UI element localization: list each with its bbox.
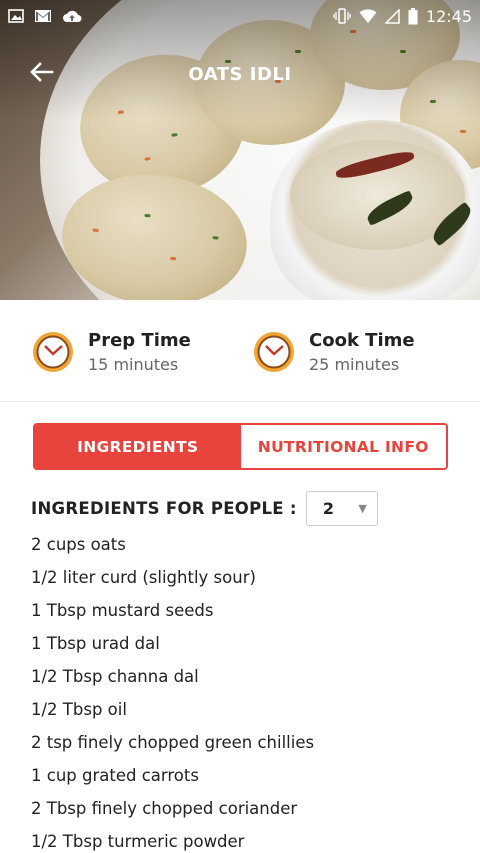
page-title: OATS IDLI <box>188 63 292 85</box>
ingredient-item: 2 cups oats <box>31 535 126 554</box>
vibrate-icon <box>333 8 351 24</box>
tab-nutritional-info[interactable]: NUTRITIONAL INFO <box>240 425 446 468</box>
ingredient-item: 1/2 Tbsp turmeric powder <box>31 832 245 851</box>
ingredient-item: 1 Tbsp urad dal <box>31 634 160 653</box>
people-select-value: 2 <box>322 498 334 518</box>
caret-down-icon: ▼ <box>358 501 367 515</box>
recipe-tabs: INGREDIENTS NUTRITIONAL INFO <box>33 423 448 470</box>
app-bar: OATS IDLI <box>0 50 480 98</box>
ingredient-item: 2 tsp finely chopped green chillies <box>31 733 315 752</box>
cook-time-label: Cook Time <box>309 330 415 351</box>
ingredient-list: 2 cups oats 1/2 liter curd (slightly sou… <box>31 528 461 853</box>
people-label: INGREDIENTS FOR PEOPLE : <box>31 498 297 518</box>
clock-icon <box>31 330 75 374</box>
cloud-upload-icon <box>62 9 82 23</box>
image-icon <box>8 9 24 23</box>
ingredient-item: 2 Tbsp finely chopped coriander <box>31 799 298 818</box>
ingredient-item: 1 Tbsp mustard seeds <box>31 601 214 620</box>
cook-time-value: 25 minutes <box>309 355 400 374</box>
people-select[interactable]: 2 ▼ <box>305 490 378 526</box>
signal-icon <box>384 8 400 24</box>
people-row: INGREDIENTS FOR PEOPLE : 2 ▼ <box>31 490 378 526</box>
battery-icon <box>408 7 418 25</box>
arrow-left-icon <box>30 62 54 86</box>
ingredient-item: 1/2 liter curd (slightly sour) <box>31 568 256 587</box>
prep-time-value: 15 minutes <box>88 355 179 374</box>
cook-time: Cook Time 25 minutes <box>252 330 415 374</box>
status-time: 12:45 <box>425 6 472 26</box>
ingredient-item: 1/2 Tbsp oil <box>31 700 127 719</box>
gmail-icon <box>34 9 52 23</box>
wifi-icon <box>359 8 377 24</box>
ingredient-item: 1/2 Tbsp channa dal <box>31 667 199 686</box>
times-section: Prep Time 15 minutes Cook Time 25 minute… <box>0 300 480 402</box>
status-bar: 12:45 <box>0 0 480 32</box>
prep-time: Prep Time 15 minutes <box>31 330 191 374</box>
ingredient-item: 1 cup grated carrots <box>31 766 199 785</box>
prep-time-label: Prep Time <box>88 330 191 351</box>
clock-icon <box>252 330 296 374</box>
tab-ingredients[interactable]: INGREDIENTS <box>35 425 241 468</box>
back-button[interactable] <box>22 58 62 90</box>
recipe-hero-image <box>0 0 480 300</box>
